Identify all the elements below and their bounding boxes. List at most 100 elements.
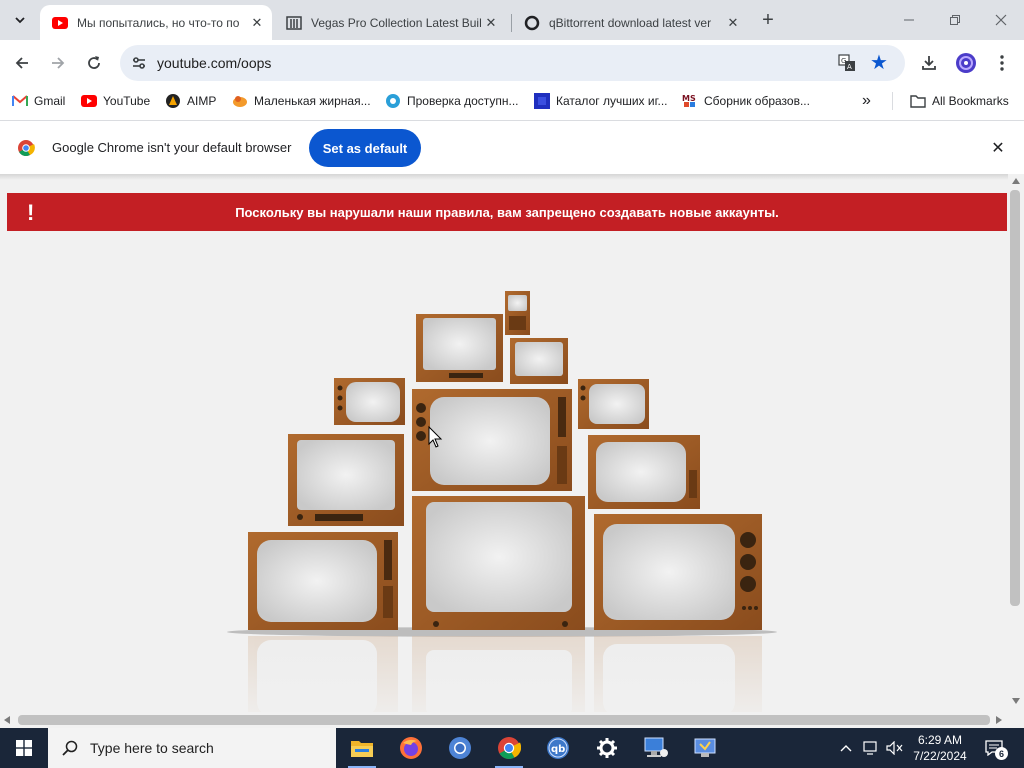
file-explorer-icon: [351, 741, 373, 757]
clock-time: 6:29 AM: [917, 733, 963, 747]
download-icon: [922, 56, 936, 70]
taskbar-file-explorer[interactable]: [338, 728, 386, 768]
tab-vegas-pro[interactable]: Vegas Pro Collection Latest Buil ✕: [274, 5, 506, 40]
network-icon: [863, 741, 877, 755]
tv-middle-right: [588, 435, 700, 509]
bookmark-label: Сборник образов...: [704, 94, 810, 108]
vertical-scrollbar[interactable]: [1008, 174, 1024, 714]
tv-top-right: [510, 338, 568, 384]
tv-upper-right-small: [578, 379, 649, 429]
bookmark-youtube[interactable]: YouTube: [81, 92, 150, 110]
bookmark-aimp[interactable]: AIMP: [165, 92, 216, 110]
reload-icon: [88, 56, 100, 69]
bookmark-label: Каталог лучших иг...: [556, 94, 668, 108]
close-tab-icon[interactable]: ✕: [482, 14, 500, 32]
taskbar-firefox[interactable]: [387, 728, 435, 768]
scroll-up-arrow-icon[interactable]: [1012, 178, 1020, 184]
bookmarks-divider: [892, 92, 893, 110]
close-tab-icon[interactable]: ✕: [248, 14, 266, 32]
settings-icon: [597, 738, 617, 758]
tv-bottom-center: [412, 496, 585, 630]
bookmark-gmail[interactable]: Gmail: [12, 92, 65, 110]
chrome-menu-button[interactable]: [987, 48, 1017, 78]
tv-middle-left: [288, 434, 404, 526]
minimize-button[interactable]: [886, 6, 932, 34]
scroll-left-arrow-icon[interactable]: [4, 716, 10, 724]
start-button[interactable]: [0, 728, 48, 768]
building-icon: [286, 15, 302, 31]
scroll-right-arrow-icon[interactable]: [996, 716, 1002, 724]
bookmark-sbornik[interactable]: MS Сборник образов...: [682, 92, 810, 110]
tab-search-button[interactable]: [6, 6, 34, 34]
tab-title: Мы попытались, но что-то по: [77, 15, 240, 30]
bookmark-proverka[interactable]: Проверка доступн...: [385, 92, 519, 110]
bookmark-label: AIMP: [187, 94, 217, 108]
svg-text:G: G: [841, 57, 846, 65]
taskbar-network-tool[interactable]: [632, 728, 680, 768]
search-placeholder: Type here to search: [90, 740, 214, 756]
bookmark-katalog[interactable]: Каталог лучших иг...: [534, 92, 668, 110]
address-bar[interactable]: youtube.com/oops GA ★: [120, 45, 905, 81]
taskbar-chrome[interactable]: [485, 728, 533, 768]
search-icon: [62, 740, 78, 756]
firefox-icon: [400, 737, 422, 759]
profile-avatar[interactable]: [951, 48, 981, 78]
folder-icon: [910, 93, 926, 109]
network-tool-icon: [644, 737, 668, 757]
all-bookmarks-label: All Bookmarks: [932, 94, 1009, 108]
scroll-down-arrow-icon[interactable]: [1012, 698, 1020, 704]
square-blue-icon: [534, 93, 550, 109]
tab-qbittorrent[interactable]: qBittorrent download latest ver ✕: [512, 5, 748, 40]
reload-button[interactable]: [79, 48, 109, 78]
gmail-icon: [12, 93, 28, 109]
close-icon[interactable]: ✕: [988, 138, 1008, 158]
bookmark-label: Gmail: [34, 94, 66, 108]
tv-upper-left-small: [334, 378, 405, 425]
taskbar-settings[interactable]: [583, 728, 631, 768]
site-info-icon[interactable]: [130, 54, 148, 72]
aimp-icon: [165, 93, 181, 109]
vertical-scrollbar-thumb[interactable]: [1010, 190, 1020, 606]
bookmark-malenkaya[interactable]: Маленькая жирная...: [232, 92, 371, 110]
globe-gear-icon: [385, 93, 401, 109]
notification-center-button[interactable]: 6: [980, 728, 1008, 768]
bookmark-label: YouTube: [103, 94, 151, 108]
tv-bottom-left: [248, 532, 398, 630]
taskbar-chromium[interactable]: [436, 728, 484, 768]
page-content: ! Поскольку вы нарушали наши правила, ва…: [0, 174, 1024, 728]
bookmarks-overflow-button[interactable]: »: [862, 92, 871, 110]
new-tab-button[interactable]: +: [756, 8, 780, 32]
windows-logo-icon: [16, 740, 32, 756]
forward-button[interactable]: [43, 48, 73, 78]
windows-taskbar: Type here to search qb 6:29 AM 7/22/2024: [0, 728, 1024, 768]
translate-icon[interactable]: GA: [838, 54, 856, 72]
close-tab-icon[interactable]: ✕: [724, 14, 742, 32]
show-hidden-icons-button[interactable]: [836, 728, 856, 768]
tab-youtube-oops[interactable]: Мы попытались, но что-то по ✕: [40, 5, 272, 40]
chrome-logo-icon: [18, 140, 35, 157]
downloads-button[interactable]: [914, 48, 944, 78]
restore-button[interactable]: [932, 6, 978, 34]
system-clock[interactable]: 6:29 AM 7/22/2024: [900, 732, 980, 764]
tv-top-tiny: [505, 291, 530, 335]
horizontal-scrollbar-thumb[interactable]: [18, 715, 990, 725]
kebab-menu-icon: [1000, 55, 1004, 71]
bookmark-star-icon[interactable]: ★: [870, 50, 888, 75]
taskbar-remote-app[interactable]: [681, 728, 729, 768]
svg-text:qb: qb: [551, 744, 565, 755]
set-as-default-button[interactable]: Set as default: [309, 129, 421, 167]
back-button[interactable]: [7, 48, 37, 78]
chromium-icon: [449, 737, 471, 759]
bookmark-label: Маленькая жирная...: [254, 94, 371, 108]
chrome-icon: [498, 737, 521, 759]
remote-app-icon: [694, 738, 716, 757]
taskbar-search-box[interactable]: Type here to search: [48, 728, 336, 768]
youtube-icon: [81, 93, 97, 109]
network-status[interactable]: [860, 728, 882, 768]
url-text[interactable]: youtube.com/oops: [157, 55, 271, 71]
all-bookmarks-button[interactable]: All Bookmarks: [910, 92, 1009, 110]
horizontal-scrollbar[interactable]: [0, 712, 1008, 728]
close-window-button[interactable]: [978, 6, 1024, 34]
tv-top-left: [416, 314, 503, 382]
taskbar-qbittorrent[interactable]: qb: [534, 728, 582, 768]
